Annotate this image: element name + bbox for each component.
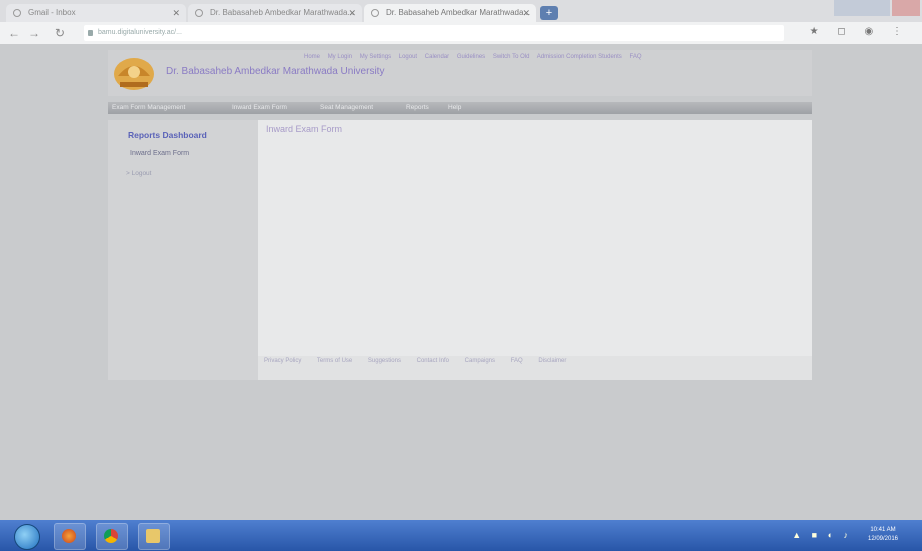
- footer-link-suggestions[interactable]: Suggestions: [368, 358, 401, 364]
- tab-label: Gmail - Inbox: [28, 8, 76, 17]
- browser-tab-2[interactable]: Dr. Babasaheb Ambedkar Marathwada... ✕: [188, 4, 362, 22]
- university-site: Dr. Babasaheb Ambedkar Marathwada Univer…: [108, 50, 812, 380]
- menu-reports[interactable]: Reports: [406, 102, 429, 114]
- taskbar-clock[interactable]: 10:41 AM 12/09/2016: [860, 526, 906, 544]
- footer-link-terms[interactable]: Terms of Use: [317, 358, 352, 364]
- minimize-button[interactable]: [834, 0, 862, 16]
- top-link-my-login[interactable]: My Login: [328, 54, 352, 60]
- close-window-button[interactable]: [892, 0, 920, 16]
- browser-toolbar: ← → ↻ bamu.digitaluniversity.ac/... ★ ◻ …: [0, 22, 922, 44]
- sidebar-title: Reports Dashboard: [128, 130, 207, 140]
- taskbar-chrome[interactable]: [96, 523, 128, 550]
- close-icon[interactable]: ✕: [172, 4, 180, 22]
- tab-label: Dr. Babasaheb Ambedkar Marathwada...: [210, 8, 355, 17]
- tab-label: Dr. Babasaheb Ambedkar Marathwada...: [386, 8, 531, 17]
- clock-time: 10:41 AM: [870, 527, 896, 533]
- new-tab-button[interactable]: +: [540, 6, 558, 20]
- footer-links: Privacy Policy Terms of Use Suggestions …: [264, 358, 580, 364]
- browser-tab-3[interactable]: Dr. Babasaheb Ambedkar Marathwada... ✕: [364, 4, 536, 22]
- top-link-switch-old[interactable]: Switch To Old: [493, 54, 530, 60]
- menu-help[interactable]: Help: [448, 102, 461, 114]
- reload-icon[interactable]: ↻: [52, 25, 68, 41]
- footer-link-privacy[interactable]: Privacy Policy: [264, 358, 301, 364]
- chrome-icon: [104, 529, 118, 543]
- page-viewport: Dr. Babasaheb Ambedkar Marathwada Univer…: [0, 44, 922, 520]
- url-text: bamu.digitaluniversity.ac/...: [98, 29, 182, 36]
- clock-date: 12/09/2016: [867, 536, 899, 542]
- maximize-button[interactable]: [862, 0, 890, 16]
- left-sidebar: Reports Dashboard Inward Exam Form > Log…: [108, 120, 258, 380]
- close-icon[interactable]: ✕: [348, 4, 356, 22]
- main-content: Inward Exam Form: [258, 120, 812, 356]
- back-arrow-icon[interactable]: ←: [6, 25, 22, 41]
- footer-link-contact[interactable]: Contact Info: [417, 358, 449, 364]
- top-link-guidelines[interactable]: Guidelines: [457, 54, 485, 60]
- forward-arrow-icon[interactable]: →: [26, 25, 42, 41]
- main-menu-bar: Exam Form Management Inward Exam Form Se…: [108, 102, 812, 114]
- footer-link-faq[interactable]: FAQ: [511, 358, 523, 364]
- top-link-settings[interactable]: My Settings: [360, 54, 391, 60]
- taskbar-firefox[interactable]: [54, 523, 86, 550]
- sidebar-item-inward-exam-form[interactable]: Inward Exam Form: [130, 150, 189, 157]
- browser-tab-strip: Gmail - Inbox ✕ Dr. Babasaheb Ambedkar M…: [0, 0, 922, 22]
- footer-link-campaigns[interactable]: Campaigns: [465, 358, 495, 364]
- menu-inward-exam-form[interactable]: Inward Exam Form: [232, 102, 287, 114]
- university-logo-icon: [114, 58, 154, 90]
- desktop-screen: Gmail - Inbox ✕ Dr. Babasaheb Ambedkar M…: [0, 0, 922, 551]
- firefox-icon: [62, 529, 76, 543]
- address-bar[interactable]: bamu.digitaluniversity.ac/...: [84, 25, 784, 41]
- university-name: Dr. Babasaheb Ambedkar Marathwada Univer…: [166, 66, 385, 77]
- site-header: Dr. Babasaheb Ambedkar Marathwada Univer…: [108, 50, 812, 96]
- browser-tab-1[interactable]: Gmail - Inbox ✕: [6, 4, 186, 22]
- top-link-admission[interactable]: Admission Completion Students: [537, 54, 622, 60]
- top-link-calendar[interactable]: Calendar: [425, 54, 449, 60]
- lock-icon: [88, 30, 93, 36]
- taskbar-explorer[interactable]: [138, 523, 170, 550]
- menu-exam-form-management[interactable]: Exam Form Management: [112, 102, 185, 114]
- windows-taskbar: ▲ ■ ◐ ♪ 10:41 AM 12/09/2016: [0, 520, 922, 551]
- top-link-home[interactable]: Home: [304, 54, 320, 60]
- folder-icon: [146, 529, 160, 543]
- page-title: Inward Exam Form: [266, 124, 343, 134]
- top-link-faq[interactable]: FAQ: [629, 54, 641, 60]
- top-links: Home My Login My Settings Logout Calenda…: [304, 54, 648, 60]
- chrome-page-icon: [195, 9, 203, 17]
- site-footer: Privacy Policy Terms of Use Suggestions …: [258, 356, 812, 380]
- start-button[interactable]: [14, 524, 40, 550]
- footer-link-disclaimer[interactable]: Disclaimer: [538, 358, 566, 364]
- menu-seat-management[interactable]: Seat Management: [320, 102, 373, 114]
- toolbar-extension-icons[interactable]: ★ ◻ ◉ ⋮: [810, 26, 910, 37]
- sidebar-item-logout[interactable]: > Logout: [126, 170, 151, 177]
- chrome-page-icon: [371, 9, 379, 17]
- gmail-icon: [13, 9, 21, 17]
- system-tray-icons[interactable]: ▲ ■ ◐ ♪: [792, 530, 852, 540]
- close-icon[interactable]: ✕: [522, 4, 530, 22]
- top-link-logout[interactable]: Logout: [399, 54, 417, 60]
